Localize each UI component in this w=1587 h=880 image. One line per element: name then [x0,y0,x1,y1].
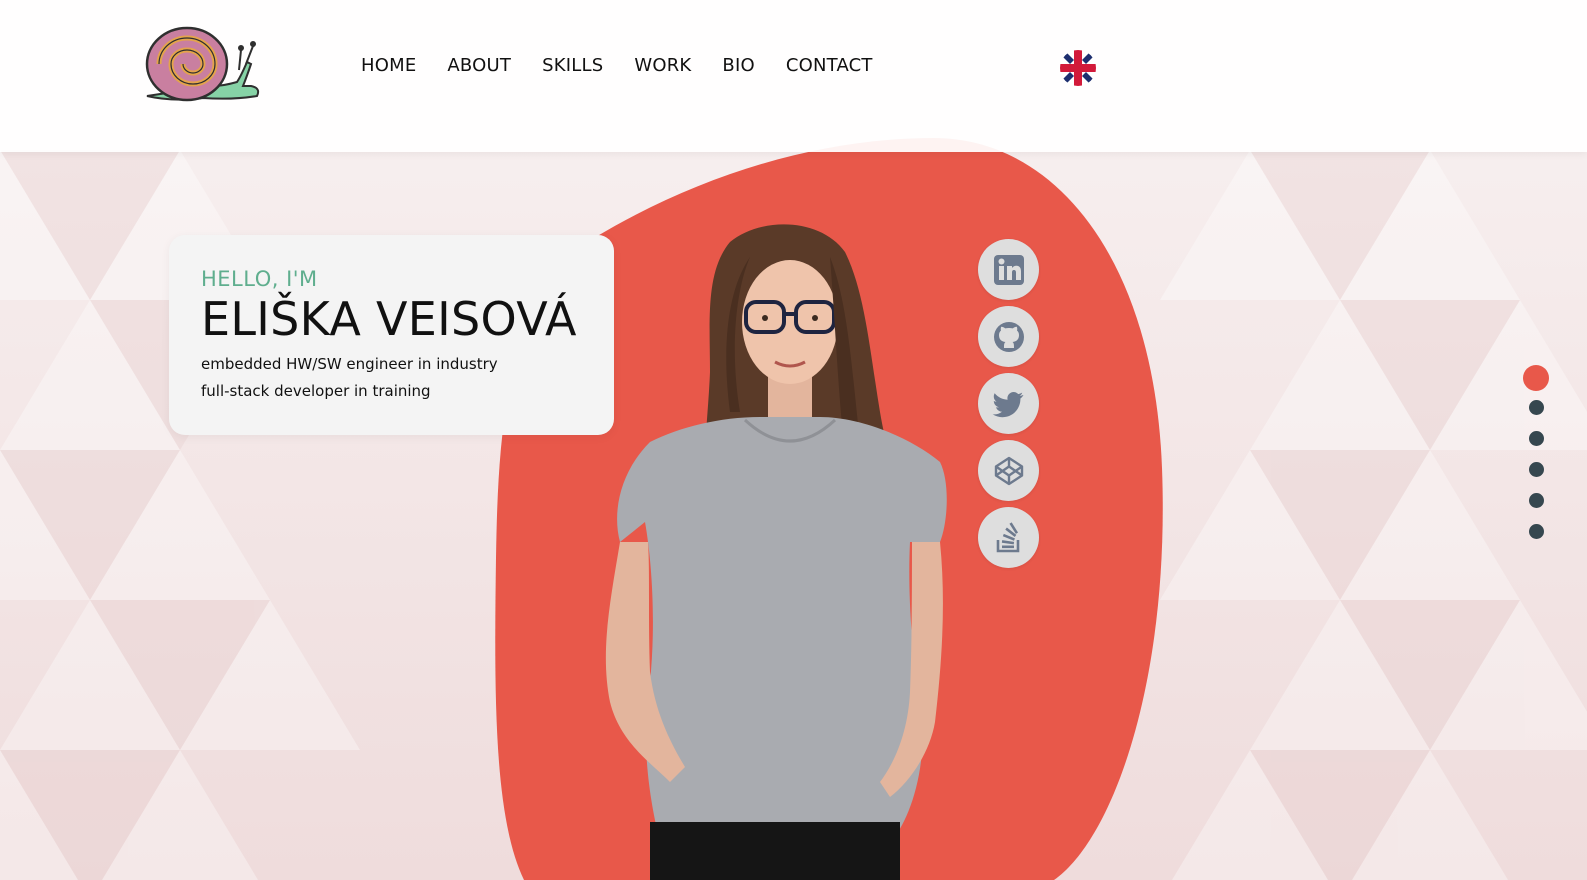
language-switcher[interactable] [1060,50,1096,86]
nav-work[interactable]: WORK [634,55,691,76]
section-dot[interactable] [1528,524,1544,539]
snail-icon [145,26,260,102]
profile-photo [605,224,947,880]
role-line-2: full-stack developer in training [201,382,431,400]
stackoverflow-button[interactable] [978,507,1039,568]
github-icon [993,321,1024,352]
uk-flag-icon [1060,50,1096,86]
section-dot[interactable] [1528,431,1544,446]
nav-home[interactable]: HOME [361,55,416,76]
github-button[interactable] [978,306,1039,367]
section-dot-active[interactable] [1523,365,1549,391]
codepen-icon [994,456,1023,485]
role-line-1: embedded HW/SW engineer in industry [201,355,498,373]
linkedin-icon [993,254,1024,285]
greeting-text: HELLO, I'M [201,267,318,291]
nav-contact[interactable]: CONTACT [786,55,873,76]
social-links [978,239,1039,574]
intro-card: HELLO, I'M ELIŠKA VEISOVÁ embedded HW/SW… [169,235,614,435]
site-header: HOME ABOUT SKILLS WORK BIO CONTACT [0,0,1587,152]
snail-logo[interactable] [143,16,265,106]
section-dot[interactable] [1528,462,1544,477]
page-title: ELIŠKA VEISOVÁ [201,292,577,346]
nav-skills[interactable]: SKILLS [542,55,603,76]
stackoverflow-icon [996,521,1019,552]
section-dot[interactable] [1528,400,1544,415]
section-dots [1522,365,1550,555]
linkedin-button[interactable] [978,239,1039,300]
codepen-button[interactable] [978,440,1039,501]
nav-about[interactable]: ABOUT [447,55,511,76]
nav-bio[interactable]: BIO [722,55,754,76]
twitter-button[interactable] [978,373,1039,434]
twitter-icon [992,391,1023,417]
section-dot[interactable] [1528,493,1544,508]
main-nav: HOME ABOUT SKILLS WORK BIO CONTACT [361,55,904,76]
